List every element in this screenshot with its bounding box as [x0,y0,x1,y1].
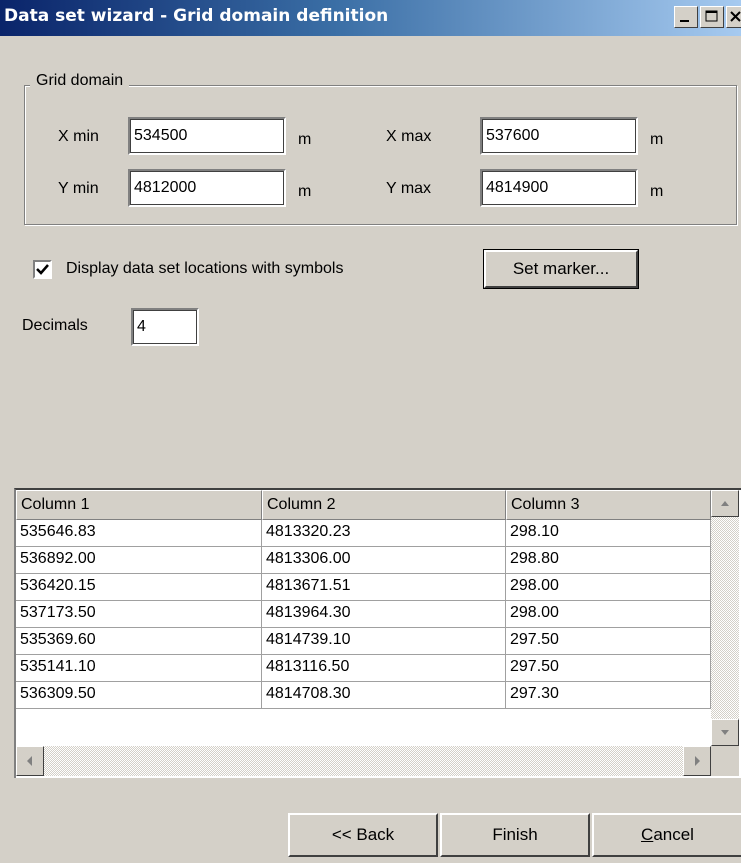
display-symbols-label[interactable]: Display data set locations with symbols [66,260,343,278]
window-title: Data set wizard - Grid domain definition [4,6,389,26]
ymax-unit: m [650,183,664,200]
scroll-up-button[interactable] [711,490,739,517]
scrollbar-corner [711,746,739,776]
checkmark-icon [36,264,49,275]
table-row[interactable]: 535141.10 4813116.50 297.50 [16,655,711,682]
xmax-unit: m [650,131,664,148]
column-header-3[interactable]: Column 3 [506,490,711,520]
ymin-label: Y min [58,180,99,197]
decimals-input[interactable] [131,308,199,346]
ymax-input[interactable] [480,169,638,207]
arrow-up-icon [721,501,729,506]
minimize-icon [680,20,689,22]
arrow-left-icon [27,756,32,766]
scroll-left-button[interactable] [16,746,44,776]
table-row[interactable]: 535646.83 4813320.23 298.10 [16,520,711,547]
table-cell[interactable]: 297.50 [506,628,711,655]
set-marker-button[interactable]: Set marker... [483,249,639,289]
table-row[interactable]: 535369.60 4814739.10 297.50 [16,628,711,655]
xmax-input[interactable] [480,117,638,155]
table-cell[interactable]: 535369.60 [16,628,262,655]
column-header-2[interactable]: Column 2 [262,490,506,520]
table-cell[interactable]: 4813320.23 [262,520,506,547]
data-table: Column 1 Column 2 Column 3 535646.83 4813… [14,488,741,778]
minimize-button[interactable] [674,6,698,28]
grid-domain-legend: Grid domain [30,72,130,90]
finish-button[interactable]: Finish [440,813,590,857]
close-icon [730,11,741,22]
maximize-button[interactable] [700,6,724,28]
table-cell[interactable]: 536892.00 [16,547,262,574]
ymin-unit: m [298,183,312,200]
table-cell[interactable]: 535646.83 [16,520,262,547]
table-cell[interactable]: 4813964.30 [262,601,506,628]
table-cell[interactable]: 536309.50 [16,682,262,709]
scroll-right-button[interactable] [683,746,711,776]
table-row[interactable]: 536309.50 4814708.30 297.30 [16,682,711,709]
ymax-label: Y max [386,180,432,197]
table-cell[interactable]: 536420.15 [16,574,262,601]
table-row[interactable]: 536420.15 4813671.51 298.00 [16,574,711,601]
table-header: Column 1 Column 2 Column 3 [16,490,711,520]
table-cell[interactable]: 535141.10 [16,655,262,682]
table-cell[interactable]: 537173.50 [16,601,262,628]
arrow-down-icon [721,730,729,735]
xmin-label: X min [58,128,99,145]
table-cell[interactable]: 298.00 [506,601,711,628]
back-button[interactable]: << Back [288,813,438,857]
scroll-down-button[interactable] [711,719,739,746]
table-row[interactable]: 536892.00 4813306.00 298.80 [16,547,711,574]
table-cell[interactable]: 298.00 [506,574,711,601]
arrow-right-icon [695,756,700,766]
column-header-1[interactable]: Column 1 [16,490,262,520]
cancel-button-label: Cancel [641,825,694,844]
table-body: 535646.83 4813320.23 298.10 536892.00 481330… [16,520,711,709]
title-bar: Data set wizard - Grid domain definition [0,0,741,36]
table-cell[interactable]: 297.30 [506,682,711,709]
decimals-label: Decimals [22,317,88,334]
table-cell[interactable]: 4813306.00 [262,547,506,574]
xmin-unit: m [298,131,312,148]
table-cell[interactable]: 4813116.50 [262,655,506,682]
xmax-label: X max [386,128,432,145]
table-cell[interactable]: 4813671.51 [262,574,506,601]
horizontal-scrollbar[interactable] [16,746,711,776]
table-cell[interactable]: 4814708.30 [262,682,506,709]
table-cell[interactable]: 298.10 [506,520,711,547]
table-row[interactable]: 537173.50 4813964.30 298.00 [16,601,711,628]
maximize-icon [705,10,718,22]
close-button[interactable] [726,6,741,28]
display-symbols-checkbox[interactable] [33,260,52,279]
cancel-button[interactable]: Cancel [592,813,741,857]
vertical-scrollbar[interactable] [711,490,739,746]
ymin-input[interactable] [128,169,286,207]
xmin-input[interactable] [128,117,286,155]
table-cell[interactable]: 297.50 [506,655,711,682]
table-cell[interactable]: 298.80 [506,547,711,574]
table-cell[interactable]: 4814739.10 [262,628,506,655]
